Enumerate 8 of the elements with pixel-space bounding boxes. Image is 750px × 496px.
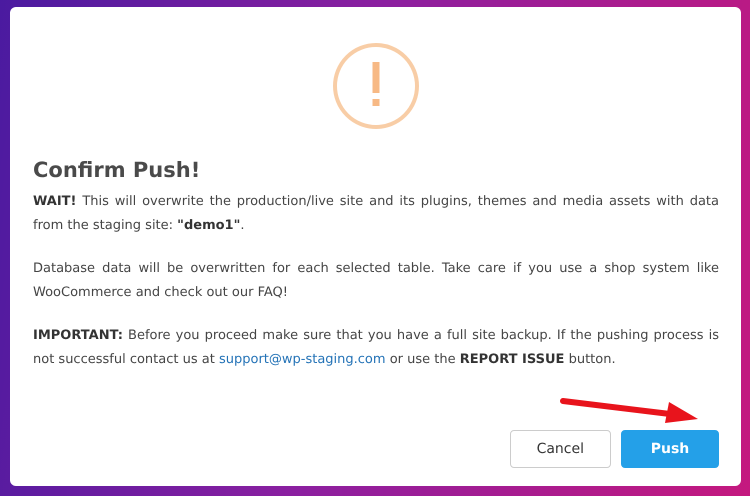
dialog-title: Confirm Push! — [33, 158, 202, 182]
message-text: WAIT! This will overwrite the production/live site and its plugins, themes and media assets with data from the staging site: "demo1". — [33, 193, 719, 235]
message-text: Database data will be overwritten for each selected table. Take care if you use a shop system like WooCommerce and check out our FAQ! — [33, 260, 719, 302]
support-email-link[interactable]: support@wp-staging.com — [218, 352, 386, 367]
cancel-button[interactable]: Cancel — [510, 430, 611, 468]
message-text: IMPORTANT: Before you proceed make sure that you have a full site backup. If the pushing process is not successful contact us at support@wp-staging.com or use the REPORT ISSUE button. — [33, 327, 719, 369]
warning-icon — [332, 42, 420, 130]
push-button[interactable]: Push — [621, 430, 719, 468]
